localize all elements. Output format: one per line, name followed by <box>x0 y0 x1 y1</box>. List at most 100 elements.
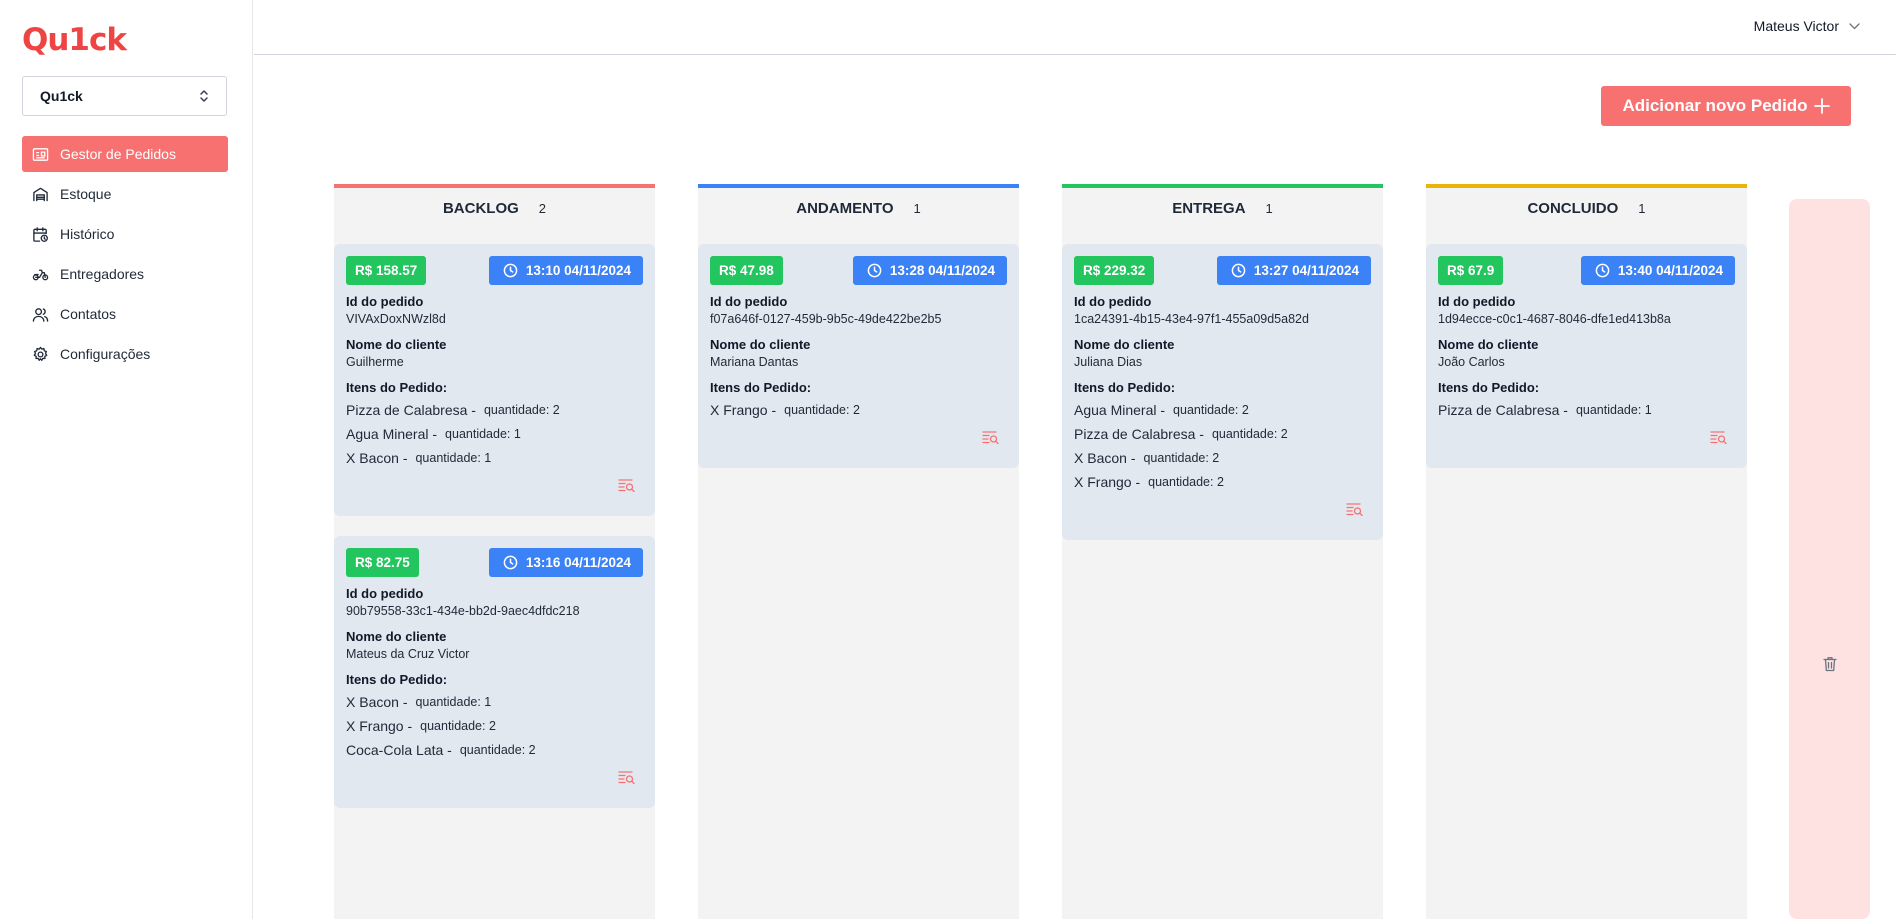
item-qty: quantidade: 2 <box>1148 475 1224 489</box>
client-name-value: João Carlos <box>1438 355 1505 369</box>
column-count: 1 <box>913 200 921 216</box>
add-order-button[interactable]: Adicionar novo Pedido <box>1601 86 1851 126</box>
sidebar-item-historico[interactable]: Histórico <box>22 216 228 252</box>
store-selector[interactable]: Qu1ck <box>22 76 227 116</box>
item-qty: quantidade: 2 <box>1143 451 1220 465</box>
time-badge: 13:40 04/11/2024 <box>1580 256 1735 285</box>
list-item: Agua Mineral - quantidade: 1 <box>346 422 643 446</box>
sidebar: Qu1ck Qu1ck Gestor de Pedidos Estoque Hi… <box>0 0 253 919</box>
item-qty: quantidade: 2 <box>1173 403 1249 417</box>
order-card[interactable]: R$ 82.75 13:16 04/11/2024 Id do pedido 9… <box>334 536 655 808</box>
top-bar: Mateus Victor <box>254 0 1896 55</box>
item-qty: quantidade: 1 <box>415 451 492 465</box>
order-id-label: Id do pedido <box>710 294 788 309</box>
column-count: 2 <box>538 200 547 216</box>
item-qty: quantidade: 2 <box>784 403 860 417</box>
list-item: X Frango - quantidade: 2 <box>1074 470 1371 494</box>
sidebar-item-label: Contatos <box>60 306 117 322</box>
order-card[interactable]: R$ 47.98 13:28 04/11/2024 Id do pedido f… <box>698 244 1019 468</box>
client-name-label: Nome do cliente <box>346 337 447 352</box>
trash-drop-zone[interactable] <box>1789 199 1870 919</box>
clock-icon <box>1595 263 1610 278</box>
items-label: Itens do Pedido: <box>710 380 812 395</box>
column-count: 1 <box>1265 200 1273 216</box>
client-name-value: Mateus da Cruz Victor <box>346 647 470 661</box>
clock-icon <box>503 555 518 570</box>
client-name-label: Nome do cliente <box>710 337 811 352</box>
item-name: Pizza de Calabresa - <box>1074 426 1204 442</box>
item-qty: quantidade: 2 <box>1211 427 1288 441</box>
sidebar-item-estoque[interactable]: Estoque <box>22 176 228 212</box>
price-badge: R$ 67.9 <box>1438 256 1504 285</box>
item-name: X Frango - <box>710 402 777 418</box>
item-qty: quantidade: 1 <box>1575 403 1652 417</box>
gear-icon <box>33 346 48 361</box>
sidebar-item-gestor-de-pedidos[interactable]: Gestor de Pedidos <box>22 136 228 172</box>
column-concluido: CONCLUIDO 1 R$ 67.9 13:40 04/11/2024 Id … <box>1426 184 1747 919</box>
time-badge: 13:10 04/11/2024 <box>488 256 643 285</box>
items-label: Itens do Pedido: <box>346 672 448 687</box>
price-badge: R$ 229.32 <box>1074 256 1155 285</box>
list-item: Agua Mineral - quantidade: 2 <box>1074 398 1371 422</box>
list-item: X Frango - quantidade: 2 <box>710 398 1007 422</box>
column-entrega: ENTREGA 1 R$ 229.32 13:27 04/11/2024 Id … <box>1062 184 1383 919</box>
item-name: X Frango - <box>346 718 413 734</box>
order-id-label: Id do pedido <box>346 294 424 309</box>
store-selector-value: Qu1ck <box>40 88 83 104</box>
order-card[interactable]: R$ 158.57 13:10 04/11/2024 Id do pedido … <box>334 244 655 516</box>
column-header: ANDAMENTO 1 <box>698 188 1019 228</box>
view-details-icon[interactable] <box>618 478 635 492</box>
view-details-icon[interactable] <box>982 430 999 444</box>
item-name: Pizza de Calabresa - <box>1438 402 1568 418</box>
order-id-label: Id do pedido <box>1074 294 1152 309</box>
column-header: ENTREGA 1 <box>1062 188 1383 228</box>
list-item: Pizza de Calabresa - quantidade: 2 <box>1074 422 1371 446</box>
list-item: Pizza de Calabresa - quantidade: 2 <box>346 398 643 422</box>
sidebar-item-label: Estoque <box>60 186 112 202</box>
column-header: BACKLOG 2 <box>334 188 655 228</box>
view-details-icon[interactable] <box>618 770 635 784</box>
price-badge: R$ 158.57 <box>346 256 427 285</box>
order-id-value: 90b79558-33c1-434e-bb2d-9aec4dfdc218 <box>346 604 580 618</box>
column-header: CONCLUIDO 1 <box>1426 188 1747 228</box>
user-name: Mateus Victor <box>1753 18 1839 34</box>
client-name-value: Juliana Dias <box>1074 355 1143 369</box>
sidebar-item-label: Histórico <box>60 226 115 242</box>
order-card[interactable]: R$ 67.9 13:40 04/11/2024 Id do pedido 1d… <box>1426 244 1747 468</box>
list-item: X Frango - quantidade: 2 <box>346 714 643 738</box>
column-count: 1 <box>1638 200 1646 216</box>
sidebar-item-configuracoes[interactable]: Configurações <box>22 336 228 372</box>
items-label: Itens do Pedido: <box>346 380 448 395</box>
sidebar-item-contatos[interactable]: Contatos <box>22 296 228 332</box>
client-name-label: Nome do cliente <box>1074 337 1175 352</box>
list-item: Coca-Cola Lata - quantidade: 2 <box>346 738 643 762</box>
column-andamento: ANDAMENTO 1 R$ 47.98 13:28 04/11/2024 Id… <box>698 184 1019 919</box>
item-name: X Bacon - <box>1074 450 1136 466</box>
column-title: BACKLOG <box>442 199 519 217</box>
price-badge: R$ 82.75 <box>346 548 419 577</box>
motorbike-icon <box>32 269 49 280</box>
order-id-value: VIVAxDoxNWzl8d <box>346 312 446 326</box>
item-name: Pizza de Calabresa - <box>346 402 476 418</box>
client-name-value: Guilherme <box>346 355 404 369</box>
list-item: X Bacon - quantidade: 1 <box>346 690 643 714</box>
orders-icon <box>32 147 49 161</box>
calendar-history-icon <box>33 226 48 242</box>
user-menu[interactable]: Mateus Victor <box>1754 18 1860 34</box>
clock-icon <box>867 263 882 278</box>
clock-icon <box>1231 263 1246 278</box>
view-details-icon[interactable] <box>1710 430 1727 444</box>
item-qty: quantidade: 2 <box>459 743 536 757</box>
order-card[interactable]: R$ 229.32 13:27 04/11/2024 Id do pedido … <box>1062 244 1383 540</box>
item-qty: quantidade: 2 <box>420 719 496 733</box>
list-item: X Bacon - quantidade: 1 <box>346 446 643 470</box>
column-title: ENTREGA <box>1172 199 1246 217</box>
order-id-label: Id do pedido <box>1438 294 1516 309</box>
view-details-icon[interactable] <box>1346 502 1363 516</box>
time-badge: 13:27 04/11/2024 <box>1216 256 1371 285</box>
list-item: Pizza de Calabresa - quantidade: 1 <box>1438 398 1735 422</box>
item-name: X Frango - <box>1074 474 1141 490</box>
chevron-up-down-icon <box>200 90 208 102</box>
order-id-value: 1d94ecce-c0c1-4687-8046-dfe1ed413b8a <box>1438 312 1671 326</box>
sidebar-item-entregadores[interactable]: Entregadores <box>22 256 228 292</box>
